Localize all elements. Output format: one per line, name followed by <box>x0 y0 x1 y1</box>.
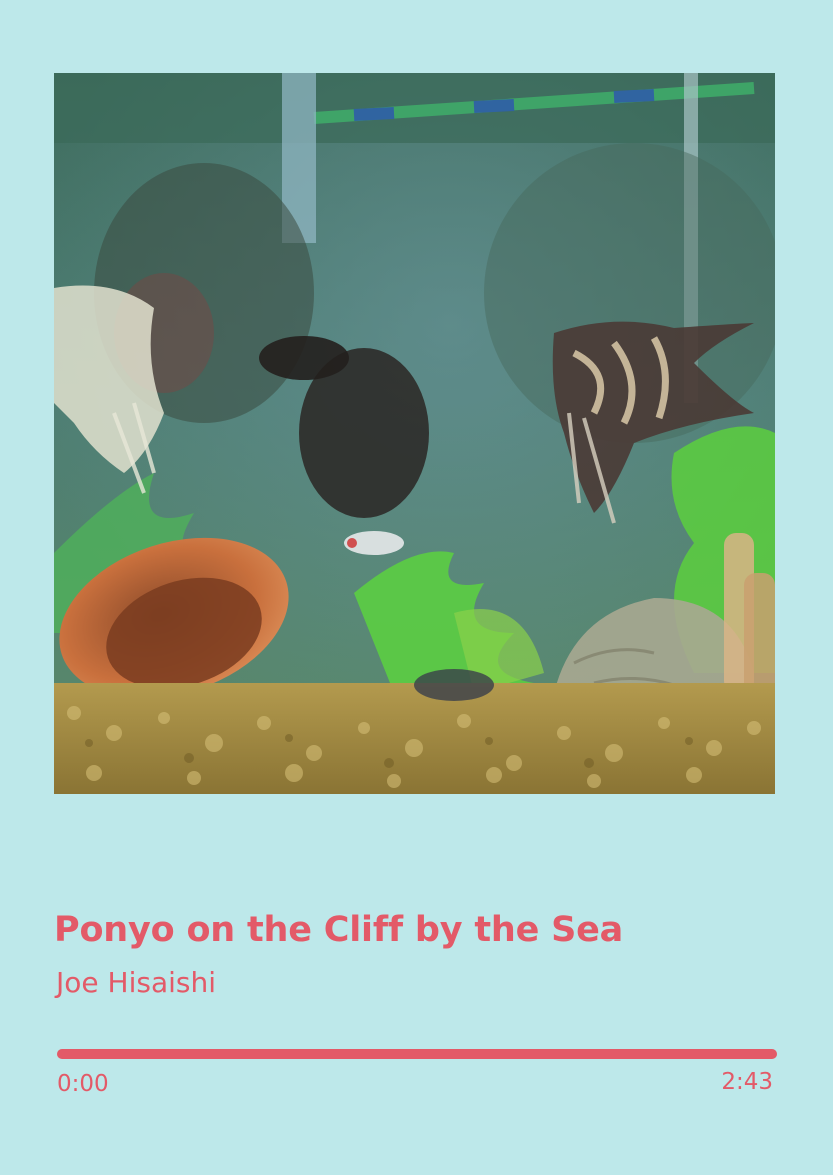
aquarium-photo <box>54 73 775 794</box>
album-artwork <box>54 73 775 794</box>
progress-fill <box>57 1049 777 1059</box>
track-title: Ponyo on the Cliff by the Sea <box>54 910 624 950</box>
playback-progress-bar[interactable] <box>57 1049 777 1059</box>
current-time: 0:00 <box>57 1071 109 1097</box>
track-artist[interactable]: Joe Hisaishi <box>56 966 216 999</box>
total-duration: 2:43 <box>721 1069 773 1095</box>
